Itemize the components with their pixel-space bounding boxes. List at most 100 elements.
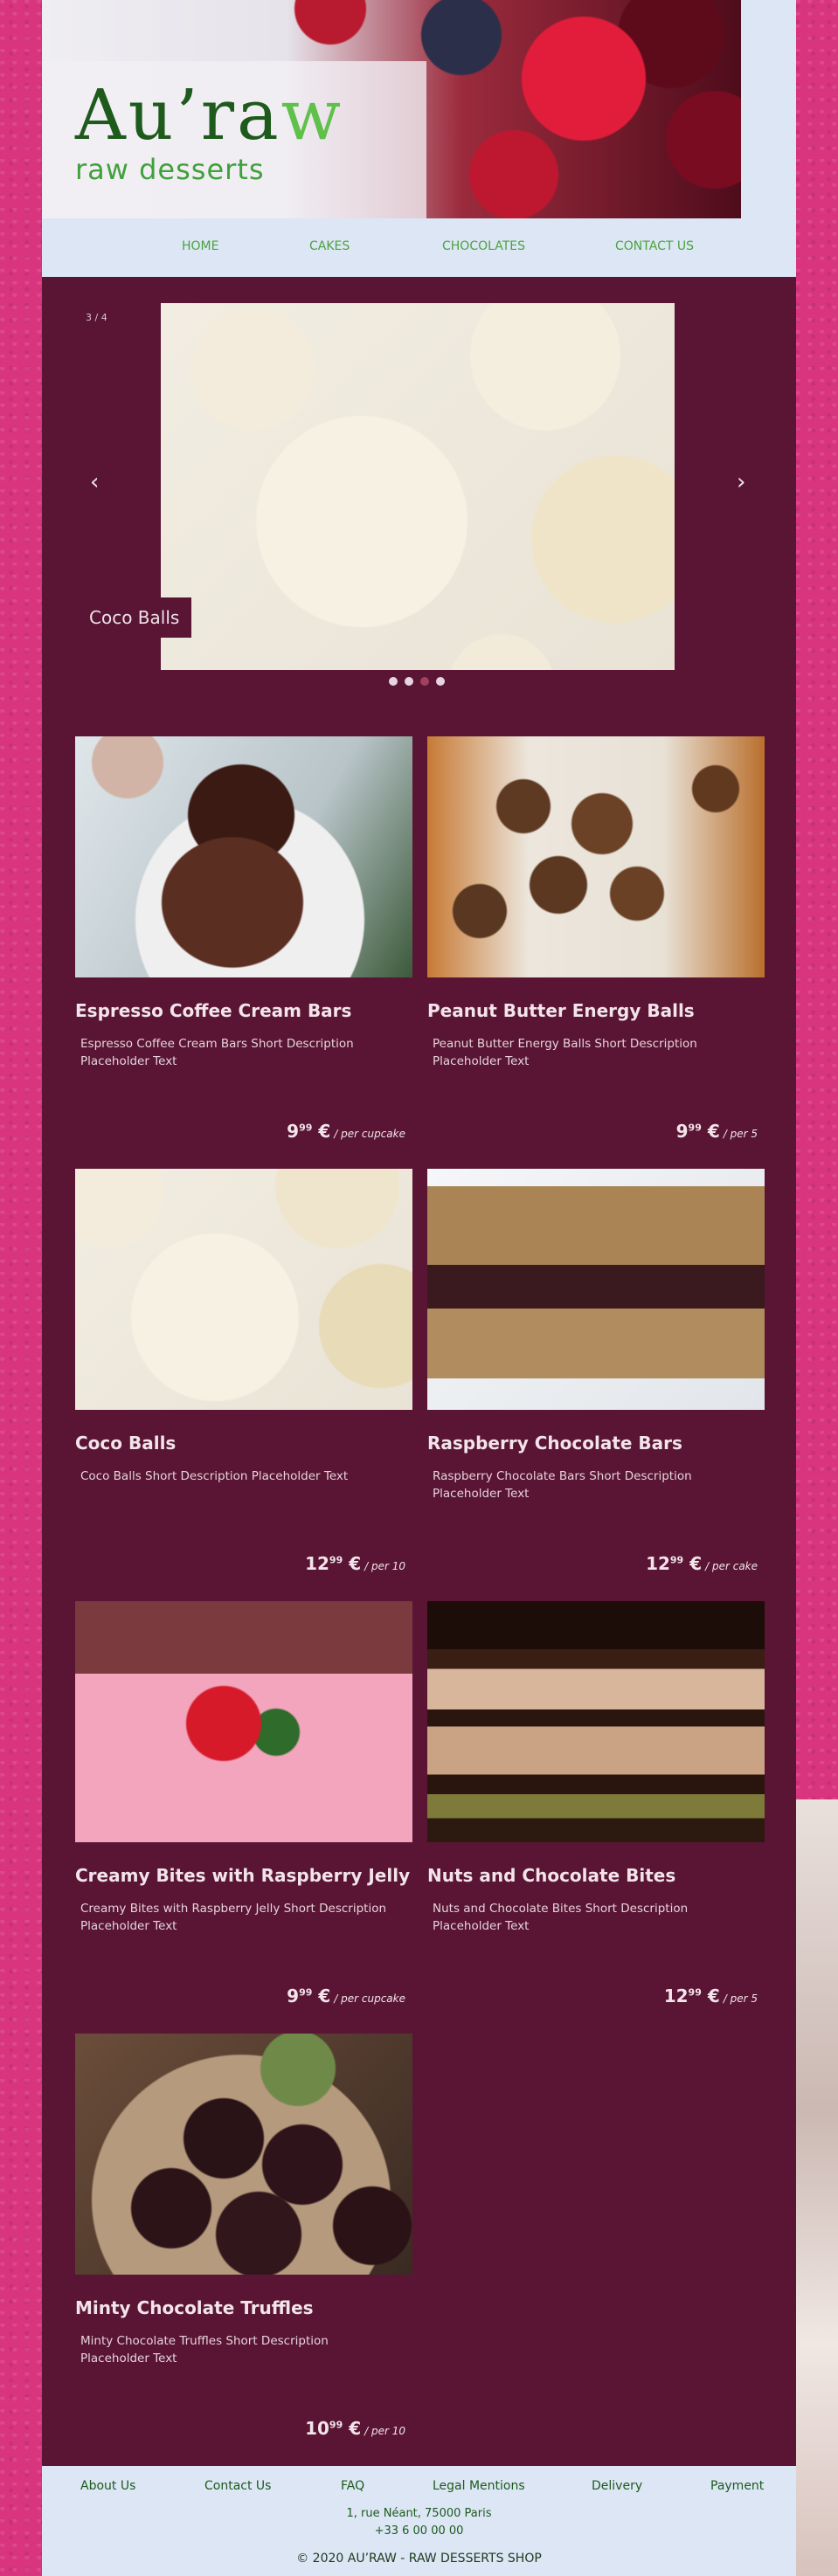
price-main: 9 [675,1121,689,1142]
price-cents: 99 [329,1554,343,1566]
footer-address: 1, rue Néant, 75000 Paris +33 6 00 00 00 [42,2505,796,2540]
product-image[interactable] [427,736,765,977]
product-name[interactable]: Creamy Bites with Raspberry Jelly [75,1865,412,1886]
logo-title[interactable]: Au’raw [75,74,343,155]
main-nav: HOME CAKES CHOCOLATES CONTACT US [42,218,796,277]
product-image[interactable] [427,1169,765,1410]
footer-link-about-us[interactable]: About Us [80,2479,135,2493]
slider-dot-1[interactable] [389,677,398,686]
price-currency: € [707,1986,720,2006]
price-unit: / per 5 [723,1128,758,1140]
slide-counter: 3 / 4 [86,312,107,323]
header: Au’raw raw desserts HOME CAKES CHOCOLATE… [42,0,796,277]
price-currency: € [318,1121,331,1142]
nav-chocolates[interactable]: CHOCOLATES [442,239,525,253]
product-price: 1099 € / per 10 [305,2418,405,2439]
product-name[interactable]: Nuts and Chocolate Bites [427,1865,765,1886]
price-main: 9 [287,1986,300,2006]
slider-dots [389,677,445,686]
logo-title-main: Au’ra [75,74,281,155]
price-cents: 99 [299,1986,313,1999]
price-currency: € [349,2418,362,2439]
product-name[interactable]: Raspberry Chocolate Bars [427,1433,765,1454]
product-description: Nuts and Chocolate Bites Short Descripti… [433,1902,689,1934]
product-price: 999 € / per 5 [676,1121,758,1142]
product-image[interactable] [75,736,412,977]
product-price: 999 € / per cupcake [287,1121,405,1142]
price-cents: 99 [688,1986,702,1999]
product-description: Creamy Bites with Raspberry Jelly Short … [80,1902,387,1934]
price-currency: € [349,1553,362,1574]
price-main: 10 [305,2418,329,2439]
page-container: Au’raw raw desserts HOME CAKES CHOCOLATE… [42,0,796,2576]
product-price: 999 € / per cupcake [287,1986,405,2006]
hero-slider: 3 / 4 Coco Balls ‹ › [42,277,796,696]
price-unit: / per cupcake [334,1128,405,1140]
product-card[interactable]: Raspberry Chocolate Bars Raspberry Choco… [427,1169,765,1574]
logo-title-accent: w [280,74,344,155]
product-card[interactable]: Peanut Butter Energy Balls Peanut Butter… [427,736,765,1142]
product-description: Peanut Butter Energy Balls Short Descrip… [433,1037,697,1069]
product-image[interactable] [75,2034,412,2275]
product-price: 1299 € / per 10 [305,1553,405,1574]
product-image[interactable] [75,1601,412,1842]
price-cents: 99 [299,1122,313,1134]
footer-link-contact-us[interactable]: Contact Us [204,2479,271,2493]
price-unit: / per 5 [723,1992,758,2005]
slide-image [161,303,675,670]
price-unit: / per cake [705,1560,758,1572]
product-card[interactable]: Minty Chocolate Truffles Minty Chocolate… [75,2034,412,2439]
price-currency: € [318,1986,331,2006]
slider-dot-3[interactable] [420,677,429,686]
price-unit: / per cupcake [334,1992,405,2005]
product-description: Raspberry Chocolate Bars Short Descripti… [433,1469,692,1502]
price-cents: 99 [688,1122,702,1134]
price-main: 12 [663,1986,689,2006]
product-price: 1299 € / per 5 [664,1986,758,2006]
footer-link-faq[interactable]: FAQ [341,2479,364,2493]
price-currency: € [707,1121,720,1142]
product-name[interactable]: Espresso Coffee Cream Bars [75,1000,412,1021]
logo-tagline: raw desserts [75,153,265,186]
product-price: 1299 € / per cake [646,1553,758,1574]
product-description: Minty Chocolate Truffles Short Descripti… [80,2334,329,2366]
price-unit: / per 10 [364,2425,405,2437]
nav-cakes[interactable]: CAKES [309,239,350,253]
price-main: 12 [646,1553,670,1574]
product-name[interactable]: Coco Balls [75,1433,412,1454]
slider-dot-4[interactable] [436,677,445,686]
footer-link-delivery[interactable]: Delivery [592,2479,642,2493]
product-name[interactable]: Minty Chocolate Truffles [75,2297,412,2318]
copyright-prefix: © 2020 [296,2552,348,2566]
footer-link-legal-mentions[interactable]: Legal Mentions [433,2479,525,2493]
slider-next-icon[interactable]: › [737,469,745,495]
price-cents: 99 [669,1554,684,1566]
slider-dot-2[interactable] [405,677,413,686]
price-cents: 99 [329,2419,343,2431]
price-main: 12 [305,1553,329,1574]
price-main: 9 [287,1121,300,1142]
slider-prev-icon[interactable]: ‹ [90,469,99,495]
price-unit: / per 10 [364,1560,405,1572]
background-photo [796,1799,838,2576]
address-line: 1, rue Néant, 75000 Paris [346,2507,492,2520]
product-name[interactable]: Peanut Butter Energy Balls [427,1000,765,1021]
product-description: Coco Balls Short Description Placeholder… [80,1469,349,1483]
copyright: © 2020 AU’RAW - RAW DESSERTS SHOP [42,2552,796,2566]
product-description: Espresso Coffee Cream Bars Short Descrip… [80,1037,354,1069]
nav-home[interactable]: HOME [182,239,218,253]
product-card[interactable]: Creamy Bites with Raspberry Jelly Creamy… [75,1601,412,2006]
product-card[interactable]: Coco Balls Coco Balls Short Description … [75,1169,412,1574]
product-image[interactable] [75,1169,412,1410]
product-image[interactable] [427,1601,765,1842]
footer-link-payment[interactable]: Payment [710,2479,764,2493]
phone-line: +33 6 00 00 00 [374,2524,464,2538]
copyright-suffix: - RAW DESSERTS SHOP [396,2552,542,2566]
nav-contact-us[interactable]: CONTACT US [615,239,694,253]
product-card[interactable]: Espresso Coffee Cream Bars Espresso Coff… [75,736,412,1142]
footer: About Us Contact Us FAQ Legal Mentions D… [42,2466,796,2576]
product-card[interactable]: Nuts and Chocolate Bites Nuts and Chocol… [427,1601,765,2006]
price-currency: € [689,1553,703,1574]
slide-caption: Coco Balls [77,597,192,638]
copyright-brand: AU’RAW [347,2552,397,2566]
